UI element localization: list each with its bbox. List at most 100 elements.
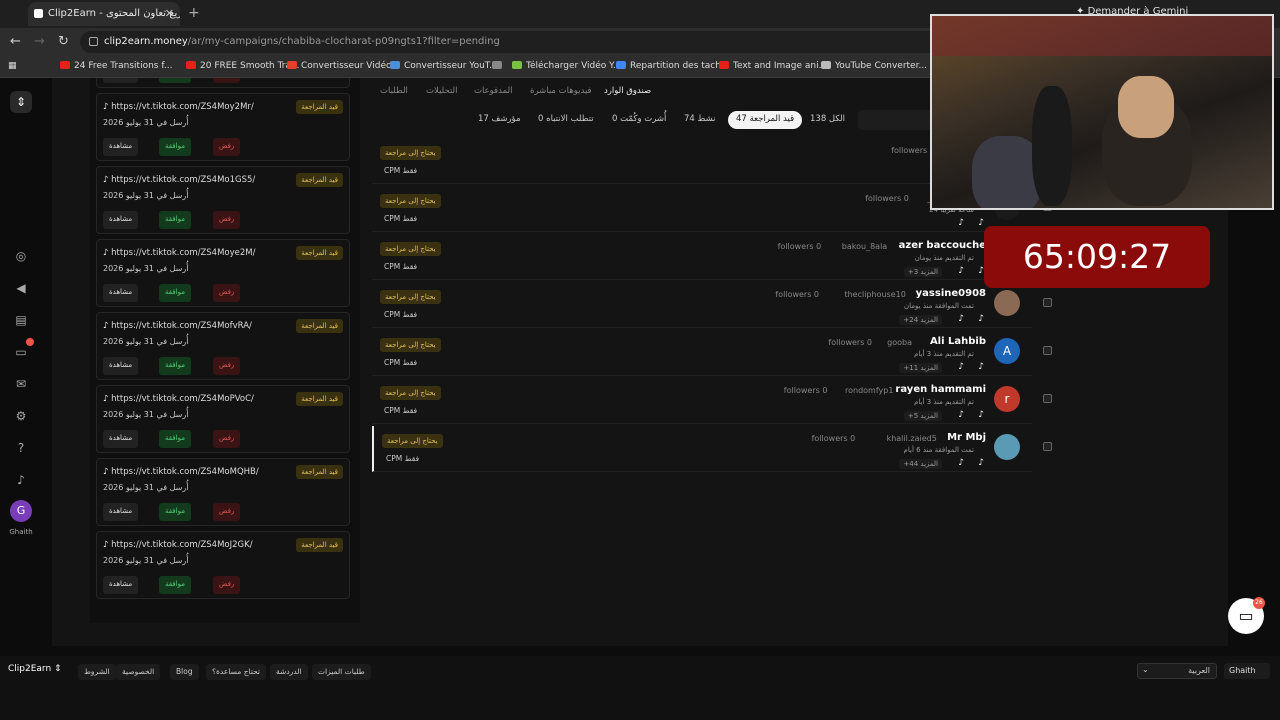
row-checkbox[interactable] <box>1043 394 1052 403</box>
tab-3[interactable]: التحليلات <box>426 86 457 96</box>
approve-button[interactable]: موافقة <box>159 576 191 594</box>
view-button[interactable]: مشاهدة <box>103 211 139 229</box>
footer-link[interactable]: الدردشة <box>270 664 308 680</box>
tiktok-icon[interactable]: ♪ <box>978 458 984 468</box>
tiktok-icon[interactable]: ♪ <box>958 362 964 372</box>
view-button[interactable]: مشاهدة <box>103 284 139 302</box>
bookmark-item[interactable]: 24 Free Transitions f... <box>60 61 172 71</box>
reject-button[interactable]: رفض <box>213 503 241 521</box>
user-chip[interactable]: Ghaith <box>1224 663 1270 679</box>
reject-button[interactable]: رفض <box>213 284 241 302</box>
reject-button[interactable]: رفض <box>213 576 241 594</box>
approve-button[interactable]: موافقة <box>159 284 191 302</box>
more-accounts-chip[interactable]: +3 المزيد <box>903 267 942 277</box>
footer-brand[interactable]: Clip2Earn ⇕ <box>8 664 62 674</box>
more-accounts-chip[interactable]: +11 المزيد <box>899 363 942 373</box>
bookmark-item[interactable] <box>492 61 506 71</box>
address-bar[interactable]: clip2earn.money/ar/my-campaigns/chabiba-… <box>80 31 940 53</box>
approve-button[interactable]: موافقة <box>159 138 191 156</box>
creator-row[interactable]: يحتاج إلى مراجعة CPM فقط rayen hammami rond… <box>372 378 1052 424</box>
bookmark-item[interactable]: Télécharger Vidéo Y... <box>512 61 621 71</box>
reject-button[interactable]: رفض <box>213 138 241 156</box>
tiktok-icon[interactable]: ♪ <box>978 218 984 228</box>
mail-icon[interactable]: ✉ <box>14 377 28 391</box>
back-icon[interactable]: ← <box>10 34 21 49</box>
tiktok-icon[interactable]: ♪ <box>958 314 964 324</box>
creator-row[interactable]: يحتاج إلى مراجعة CPM فقط yassine0908 thecli… <box>372 282 1052 328</box>
reject-button[interactable]: رفض <box>213 78 241 83</box>
bookmark-item[interactable]: Repartition des tach... <box>616 61 730 71</box>
filter-chip[interactable]: الكل 138 <box>802 111 853 129</box>
footer-link[interactable]: الشروط <box>78 664 116 680</box>
approve-button[interactable]: موافقة <box>159 357 191 375</box>
more-accounts-chip[interactable]: +5 المزيد <box>903 411 942 421</box>
bookmark-item[interactable]: YouTube Converter... <box>821 61 927 71</box>
footer-link[interactable]: طلبات الميزات <box>312 664 371 680</box>
site-info-icon[interactable] <box>89 37 98 46</box>
tab-0[interactable]: صندوق الوارد <box>604 86 651 96</box>
bookmark-item[interactable]: Convertisseur Vidéo... <box>287 61 400 71</box>
submission-url[interactable]: https://vt.tiktok.com/ZS4Moye2M/ <box>103 248 255 258</box>
reload-icon[interactable]: ↻ <box>58 34 69 49</box>
view-button[interactable]: مشاهدة <box>103 503 139 521</box>
settings-icon[interactable]: ⚙ <box>14 409 28 423</box>
user-avatar[interactable]: G <box>10 500 32 522</box>
footer-link[interactable]: Blog <box>170 664 199 680</box>
filter-chip[interactable]: تتطلب الانتباه 0 <box>530 111 602 129</box>
tab-2[interactable]: المدفوعات <box>474 86 512 96</box>
view-button[interactable]: مشاهدة <box>103 78 139 83</box>
search-input[interactable] <box>858 110 938 130</box>
approve-button[interactable]: موافقة <box>159 211 191 229</box>
tiktok-icon[interactable]: ♪ <box>978 362 984 372</box>
tab-4[interactable]: الطلبات <box>380 86 408 96</box>
help-icon[interactable]: ? <box>14 441 28 455</box>
tab-1[interactable]: فيديوهات مباشرة <box>530 86 592 96</box>
submission-url[interactable]: https://vt.tiktok.com/ZS4Moy2Mr/ <box>103 102 254 112</box>
browser-tab[interactable]: Clip2Earn - تسريع تعاون المحتوى ✕ <box>28 2 180 26</box>
filter-chip[interactable]: نشط 74 <box>676 111 724 129</box>
submission-url[interactable]: https://vt.tiktok.com/ZS4MoJ2GK/ <box>103 540 252 550</box>
bookmark-item[interactable]: 20 FREE Smooth Tra... <box>186 61 300 71</box>
reject-button[interactable]: رفض <box>213 357 241 375</box>
apps-grid-icon[interactable]: ▦ <box>8 61 17 71</box>
view-button[interactable]: مشاهدة <box>103 576 139 594</box>
language-select[interactable]: ⌄ العربية <box>1137 663 1217 679</box>
view-button[interactable]: مشاهدة <box>103 138 139 156</box>
footer-link[interactable]: تحتاج مساعدة؟ <box>206 664 267 680</box>
bookmark-item[interactable]: Text and Image ani... <box>719 61 827 71</box>
reject-button[interactable]: رفض <box>213 430 241 448</box>
more-accounts-chip[interactable]: +44 المزيد <box>899 459 942 469</box>
row-checkbox[interactable] <box>1043 442 1052 451</box>
creator-row[interactable]: يحتاج إلى مراجعة CPM فقط azer baccouche bak… <box>372 234 1052 280</box>
tiktok-icon[interactable]: ♪ <box>958 266 964 276</box>
close-tab-icon[interactable]: ✕ <box>165 7 174 20</box>
forward-icon[interactable]: → <box>34 34 45 49</box>
creator-row[interactable]: يحتاج إلى مراجعة CPM فقط Ali Lahbib gooba fo… <box>372 330 1052 376</box>
view-button[interactable]: مشاهدة <box>103 430 139 448</box>
submission-url[interactable]: https://vt.tiktok.com/ZS4MoMQHB/ <box>103 467 259 477</box>
filter-chip[interactable]: قيد المراجعة 47 <box>728 111 803 129</box>
document-icon[interactable]: ▤ <box>14 313 28 327</box>
tiktok-icon[interactable]: ♪ <box>958 458 964 468</box>
approve-button[interactable]: موافقة <box>159 503 191 521</box>
view-button[interactable]: مشاهدة <box>103 357 139 375</box>
footer-link[interactable]: الخصوصية <box>116 664 161 680</box>
tiktok-icon[interactable]: ♪ <box>978 314 984 324</box>
filter-chip[interactable]: مؤرشف 17 <box>470 111 529 129</box>
app-logo[interactable]: ⇕ <box>10 91 32 113</box>
row-checkbox[interactable] <box>1043 346 1052 355</box>
approve-button[interactable]: موافقة <box>159 78 191 83</box>
approve-button[interactable]: موافقة <box>159 430 191 448</box>
submission-url[interactable]: https://vt.tiktok.com/ZS4MoPVoC/ <box>103 394 254 404</box>
reject-button[interactable]: رفض <box>213 211 241 229</box>
new-tab-icon[interactable]: + <box>188 5 200 21</box>
submission-url[interactable]: https://vt.tiktok.com/ZS4Mo1GS5/ <box>103 175 255 185</box>
bell-icon[interactable]: ♪ <box>14 473 28 487</box>
submission-url[interactable]: https://vt.tiktok.com/ZS4MofvRA/ <box>103 321 252 331</box>
chat-icon[interactable]: ▭ <box>14 345 28 359</box>
compass-icon[interactable]: ◎ <box>14 249 28 263</box>
creator-row[interactable]: يحتاج إلى مراجعة CPM فقط Mr Mbj khalil.zaie… <box>372 426 1052 472</box>
megaphone-icon[interactable]: ◀ <box>14 281 28 295</box>
tiktok-icon[interactable]: ♪ <box>958 218 964 228</box>
tiktok-icon[interactable]: ♪ <box>978 410 984 420</box>
